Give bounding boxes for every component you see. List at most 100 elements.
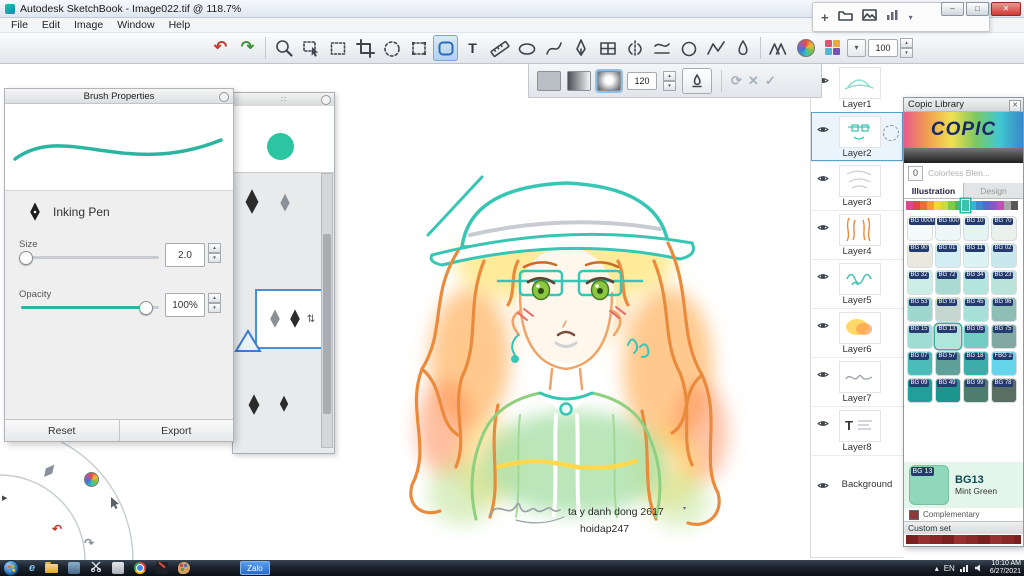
predictive-stroke-icon[interactable] <box>766 35 791 61</box>
tolerance-spinner[interactable]: ▲ ▼ <box>663 70 676 91</box>
radial-gradient-button[interactable] <box>597 70 621 91</box>
color-family-cell[interactable] <box>920 201 927 210</box>
flood-fill-button[interactable]: ▾ <box>682 67 712 512</box>
brush-size-field[interactable]: 100 <box>868 38 898 57</box>
color-family-cell[interactable] <box>948 201 955 210</box>
tab-design[interactable]: Design <box>964 183 1023 198</box>
opacity-slider-knob[interactable] <box>139 301 153 315</box>
layer-row-6[interactable]: Layer6 <box>811 308 903 358</box>
panel-menu-icon[interactable] <box>219 91 229 102</box>
layer-row-7[interactable]: Layer7 <box>811 357 903 407</box>
copic-swatch-bg02[interactable]: BG 02 <box>991 243 1017 268</box>
copic-swatch-bg72[interactable]: BG 72 <box>935 270 961 295</box>
menu-help[interactable]: Help <box>162 19 198 31</box>
layer-row-1[interactable]: Layer1 <box>811 63 903 113</box>
perspective-grid-icon[interactable] <box>595 35 620 61</box>
copic-swatch-bg10[interactable]: BG 10 <box>963 216 989 241</box>
taskbar-sketchbook-icon[interactable] <box>156 562 169 574</box>
minimize-button[interactable]: – <box>941 2 964 16</box>
copic-swatch-bg78[interactable]: BG 78 <box>991 378 1017 403</box>
tab-illustration[interactable]: Illustration <box>904 183 964 198</box>
selected-color-swatch[interactable]: BG 13 <box>909 465 949 505</box>
layer-row-2[interactable]: Layer2 <box>811 112 903 162</box>
taskbar-ie-icon[interactable]: e <box>29 562 35 574</box>
tray-network-icon[interactable] <box>959 559 969 576</box>
scrollbar-thumb[interactable] <box>323 234 331 414</box>
corner-undo-icon[interactable]: ↶ <box>52 522 62 536</box>
taskbar-explorer-icon[interactable] <box>45 562 59 573</box>
copic-swatch-bg70[interactable]: BG 70 <box>991 216 1017 241</box>
steady-stroke-icon[interactable] <box>649 35 674 61</box>
color-family-cell[interactable] <box>1004 201 1011 210</box>
brush-properties-header[interactable]: Brush Properties <box>5 89 233 104</box>
spin-down-icon[interactable]: ▼ <box>663 80 676 91</box>
color-family-cell[interactable] <box>997 201 1004 210</box>
size-value[interactable]: 2.0 <box>165 243 205 267</box>
maximize-button[interactable]: □ <box>966 2 989 16</box>
copic-swatch-bg05[interactable]: BG 05 <box>963 324 989 349</box>
copic-swatch-bg000[interactable]: BG 000 <box>935 216 961 241</box>
menu-image[interactable]: Image <box>67 19 110 31</box>
palette-menu-icon[interactable] <box>321 95 331 105</box>
transform-tool-icon[interactable] <box>406 35 431 61</box>
taskbar-snipping-icon[interactable] <box>90 559 102 576</box>
visibility-eye-icon[interactable] <box>817 415 829 433</box>
selection-tool-icon[interactable] <box>298 35 323 61</box>
copic-swatch-bg75[interactable]: BG 75 <box>991 324 1017 349</box>
color-family-cell[interactable] <box>983 201 990 210</box>
active-color-swatch[interactable] <box>267 133 294 160</box>
distort-tool-icon[interactable] <box>379 35 404 61</box>
crop-tool-icon[interactable] <box>352 35 377 61</box>
copic-swatch-bg49[interactable]: BG 49 <box>935 378 961 403</box>
taskbar-zalo-button[interactable]: Zalo <box>240 561 270 575</box>
french-curve-icon[interactable] <box>541 35 566 61</box>
color-family-cell[interactable] <box>990 201 997 210</box>
layer-menu-dropdown-icon[interactable]: ▾ <box>909 13 913 22</box>
layer-row-8[interactable]: T Layer8 <box>811 406 903 456</box>
copic-swatch-bg57[interactable]: BG 57 <box>935 351 961 376</box>
brush-preset[interactable] <box>277 193 293 218</box>
folder-icon[interactable] <box>837 8 853 26</box>
layer-stats-icon[interactable] <box>886 8 900 26</box>
visibility-eye-icon[interactable] <box>817 366 829 384</box>
taskbar-paint-icon[interactable] <box>178 562 191 574</box>
copic-swatch-bg23[interactable]: BG 23 <box>991 270 1017 295</box>
color-family-cell[interactable] <box>1011 201 1018 210</box>
text-tool-icon[interactable]: T <box>460 35 485 61</box>
toolbar-dropdown[interactable]: ▾ <box>847 38 866 57</box>
color-family-cell[interactable] <box>934 201 941 210</box>
color-wheel-icon[interactable] <box>793 35 818 61</box>
copic-swatch-bg11[interactable]: BG 11 <box>963 243 989 268</box>
tray-clock[interactable]: 10:10 AM 6/27/2021 <box>988 560 1021 575</box>
layer-row-5[interactable]: Layer5 <box>811 259 903 309</box>
brush-preset[interactable] <box>277 393 291 420</box>
layer-row-4[interactable]: Layer4 <box>811 210 903 260</box>
copic-swatch-bg01[interactable]: BG 01 <box>935 243 961 268</box>
tray-volume-icon[interactable] <box>974 559 983 576</box>
color-family-cell[interactable] <box>941 201 948 210</box>
copic-swatch-bg15[interactable]: BG 15 <box>907 324 933 349</box>
menu-file[interactable]: File <box>4 19 35 31</box>
copic-swatch-bg34[interactable]: BG 34 <box>963 270 989 295</box>
ruler-tool-icon[interactable] <box>487 35 512 61</box>
undo-icon[interactable]: ↶ <box>208 35 233 61</box>
marquee-tool-icon[interactable] <box>325 35 350 61</box>
color-family-cell[interactable] <box>969 201 976 210</box>
size-spinner[interactable]: ▲ ▼ <box>208 243 221 263</box>
add-layer-icon[interactable]: + <box>821 10 829 25</box>
spin-down-icon[interactable]: ▼ <box>208 303 221 313</box>
triangle-brush-preset[interactable] <box>234 328 262 359</box>
ellipse-guide-icon[interactable] <box>514 35 539 61</box>
redo-icon[interactable]: ↷ <box>235 35 260 61</box>
copic-colors-icon[interactable] <box>820 35 845 61</box>
tray-show-hidden-icon[interactable]: ▴ <box>935 564 939 573</box>
circle-shape-icon[interactable] <box>676 35 701 61</box>
cancel-icon[interactable]: ✕ <box>748 73 759 89</box>
copic-close-icon[interactable]: ✕ <box>1009 99 1021 112</box>
tolerance-field[interactable]: 120 <box>627 71 657 90</box>
spin-down-icon[interactable]: ▼ <box>208 253 221 263</box>
color-family-cell[interactable] <box>913 201 920 210</box>
copic-swatch-fbg2[interactable]: FBG 2 <box>991 351 1017 376</box>
reset-button[interactable]: Reset <box>5 420 119 441</box>
copic-swatch-bg96[interactable]: BG 96 <box>991 297 1017 322</box>
